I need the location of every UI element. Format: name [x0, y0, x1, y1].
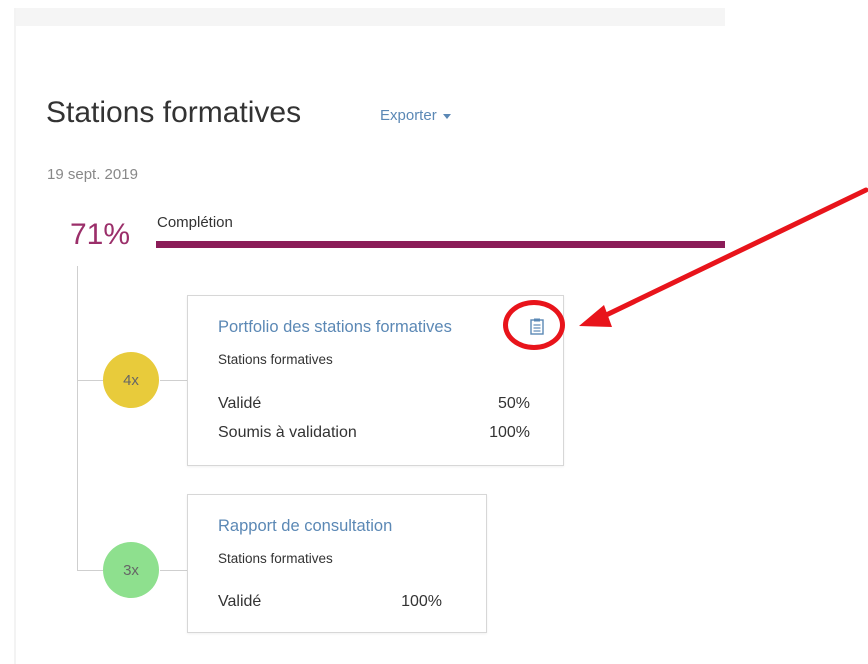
annotation-arrow — [579, 187, 868, 327]
